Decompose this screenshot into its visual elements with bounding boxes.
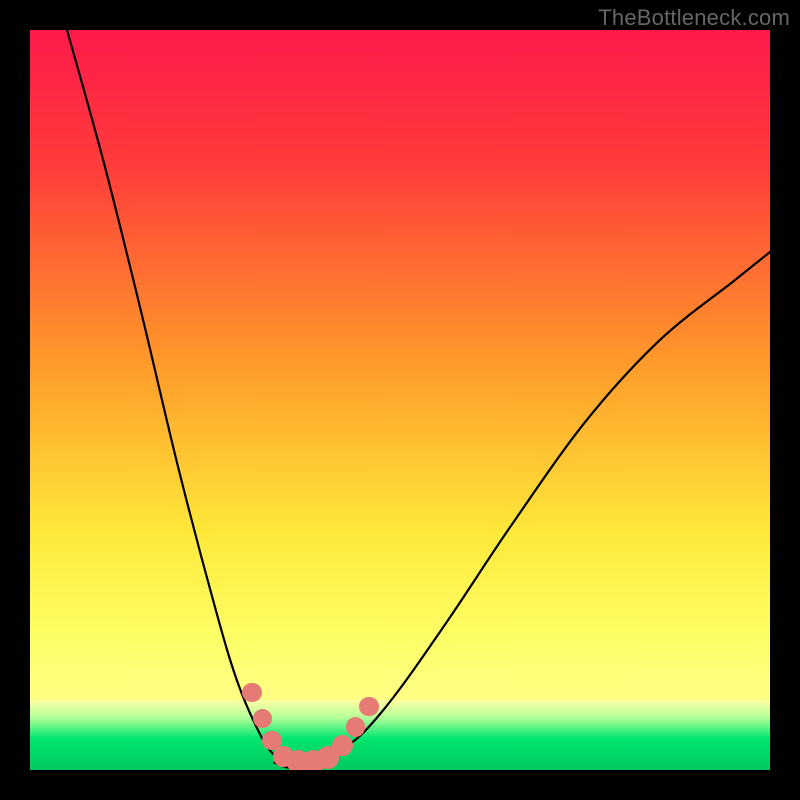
valley-markers xyxy=(30,30,770,770)
valley-marker xyxy=(346,717,365,736)
valley-marker xyxy=(332,735,353,756)
valley-marker xyxy=(359,697,378,716)
valley-marker xyxy=(253,709,272,728)
chart-frame xyxy=(30,30,770,770)
valley-marker xyxy=(242,683,261,702)
watermark-label: TheBottleneck.com xyxy=(598,5,790,31)
